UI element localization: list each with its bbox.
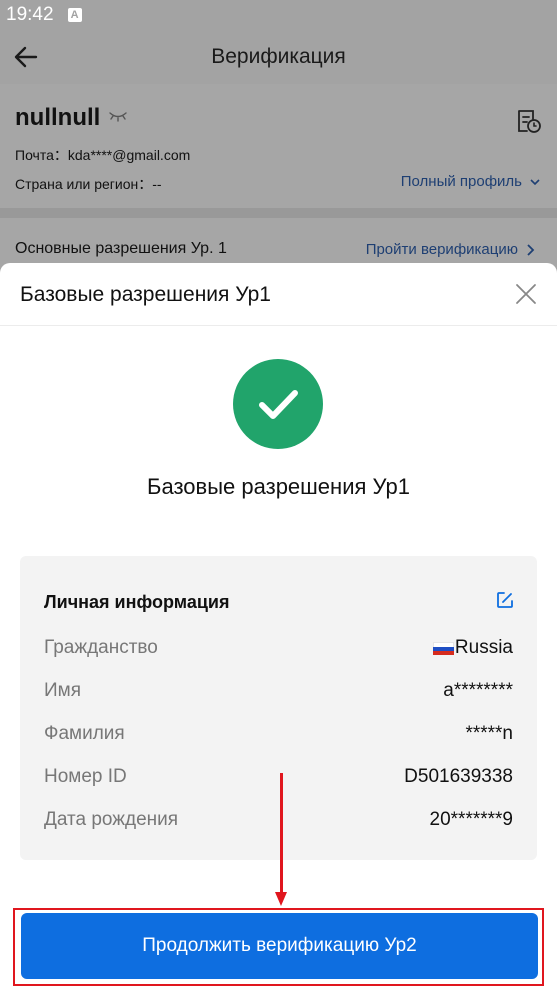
email-row: Почта：kda****@gmail.com [15,145,190,165]
bottom-sheet: Базовые разрешения Ур1 Базовые разрешени… [0,263,557,1000]
annotation-arrow-head [275,892,287,906]
edit-icon[interactable] [495,590,515,610]
success-check-icon [233,359,323,449]
info-row-last-name: Фамилия *****n [44,722,513,746]
eye-hidden-icon[interactable] [108,110,128,122]
personal-info-card: Личная информация Гражданство Russia Имя… [20,556,537,860]
continue-verification-button[interactable]: Продолжить верификацию Ур2 [21,913,538,979]
region-label: Страна или регион： [15,176,153,192]
start-verification-link[interactable]: Пройти верификацию [366,241,535,258]
first-name-value: a******** [443,680,513,701]
birth-date-label: Дата рождения [44,809,179,830]
status-bar: 19:42 A [0,0,557,30]
id-number-value: D501639338 [404,766,513,787]
citizenship-label: Гражданство [44,637,158,658]
citizenship-value-wrap: Russia [432,637,513,659]
success-title: Базовые разрешения Ур1 [147,474,410,499]
page-title: Верификация [211,45,346,68]
permission-label: Основные разрешения Ур. 1 [15,240,227,257]
sheet-title: Базовые разрешения Ур1 [20,283,271,306]
profile-document-icon[interactable] [516,108,542,134]
back-arrow-icon[interactable] [12,43,40,71]
close-icon[interactable] [515,283,537,305]
personal-info-title: Личная информация [44,592,230,612]
info-row-id-number: Номер ID D501639338 [44,765,513,789]
profile-card: nullnull Почта：kda****@gmail.com Страна … [0,84,557,208]
top-bar: Верификация [0,30,557,84]
birth-date-value: 20*******9 [429,809,513,830]
citizenship-value: Russia [454,637,513,658]
russia-flag-icon [432,641,454,655]
divider [0,208,557,218]
email-label: Почта： [15,147,68,163]
info-row-first-name: Имя a******** [44,679,513,703]
chevron-down-icon [530,178,540,185]
status-time: 19:42 [6,4,54,25]
region-value: -- [152,176,162,192]
start-verification-label: Пройти верификацию [365,241,518,258]
info-row-birth-date: Дата рождения 20*******9 [44,808,513,832]
info-row-citizenship: Гражданство Russia [44,636,513,660]
permission-row[interactable]: Основные разрешения Ур. 1 Пройти верифик… [0,218,557,268]
username: nullnull [15,104,101,131]
sheet-header: Базовые разрешения Ур1 [0,263,557,326]
chevron-right-icon [527,243,535,256]
annotation-arrow-line [280,773,283,895]
id-number-label: Номер ID [44,766,127,787]
first-name-label: Имя [44,680,82,701]
full-profile-link[interactable]: Полный профиль [401,173,540,190]
region-row: Страна или регион：-- [15,174,162,194]
last-name-label: Фамилия [44,723,125,744]
email-value: kda****@gmail.com [67,147,191,163]
full-profile-label: Полный профиль [400,173,522,190]
last-name-value: *****n [465,723,513,744]
notification-icon: A [67,8,82,22]
